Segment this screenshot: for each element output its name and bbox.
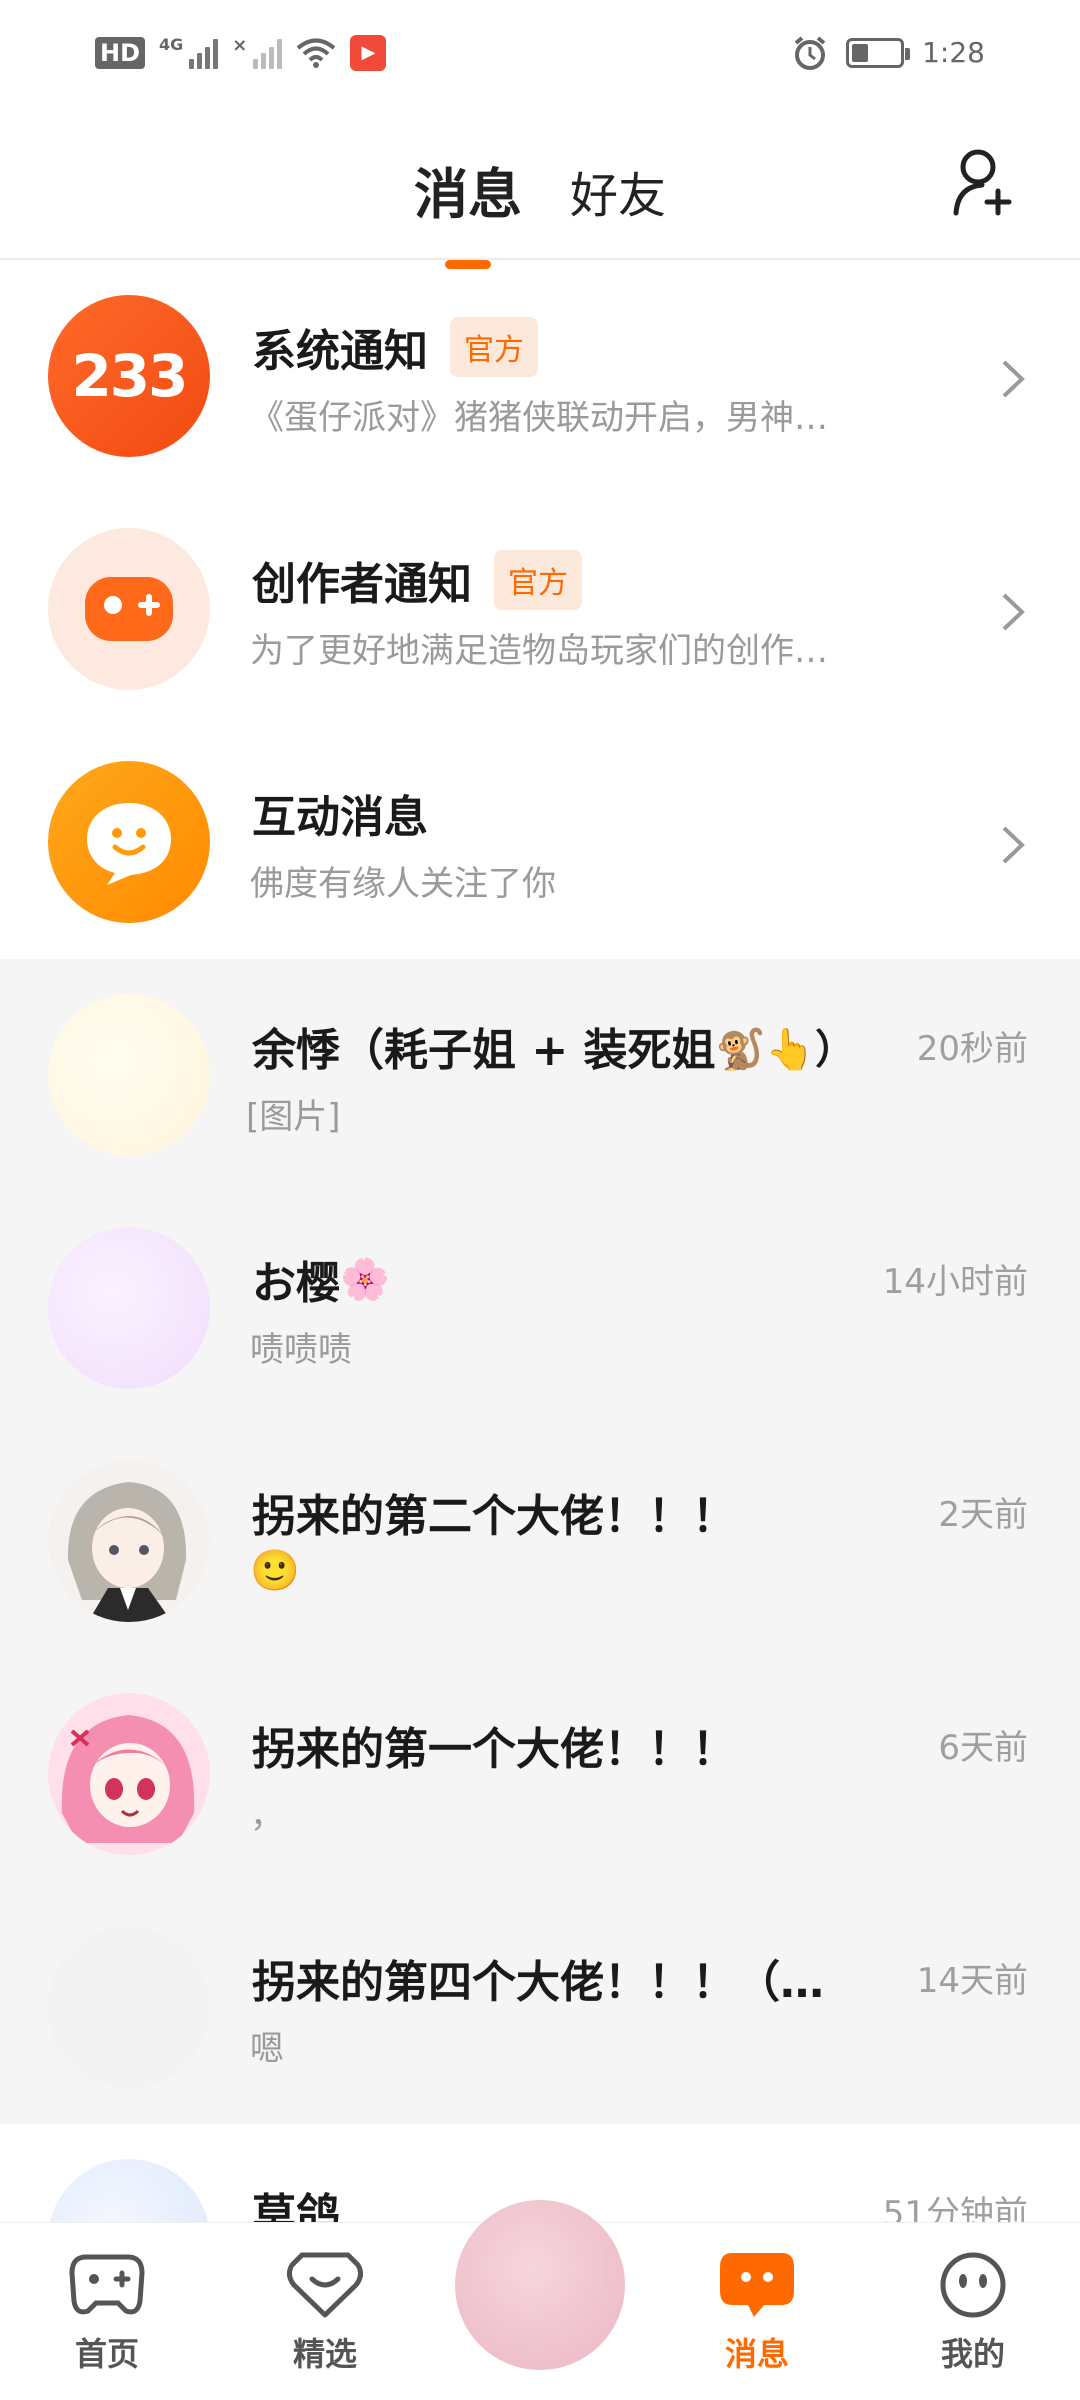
interactions-title: 互动消息: [252, 792, 428, 843]
nav-featured[interactable]: 精选: [245, 2223, 405, 2400]
official-badge: 官方: [450, 317, 538, 377]
chevron-right-icon: [1002, 593, 1025, 631]
avatar: [48, 1460, 210, 1622]
tab-messages[interactable]: 消息: [413, 150, 522, 269]
gamepad-plus-icon: [85, 577, 173, 641]
chat-time: 6天前: [938, 1728, 1028, 1768]
nav-messages[interactable]: 消息: [677, 2223, 837, 2400]
anime-avatar-icon: [48, 1460, 210, 1622]
row-title: 系统通知 官方: [252, 315, 538, 379]
avatar: [48, 1693, 210, 1855]
network-type: 4G: [159, 34, 184, 54]
chat-name-emoji: 🌸: [340, 1256, 390, 1303]
list-item-chat[interactable]: お樱 🌸 啧啧啧 14小时前: [0, 1192, 1080, 1425]
avatar-233-text: 233: [71, 342, 188, 410]
smile-chat-icon: [87, 803, 171, 885]
chat-name: 余悸（耗子姐 + 装死姐: [252, 1025, 716, 1076]
status-right: 1:28: [792, 35, 985, 71]
alarm-icon: [794, 35, 826, 70]
creator-notice-preview: 为了更好地满足造物岛玩家们的创作…: [250, 631, 828, 671]
message-list: 233 系统通知 官方 《蛋仔派对》猪猪侠联动开启，男神… 创作者通知 官方 为…: [0, 260, 1080, 2357]
list-item-creator-notice[interactable]: 创作者通知 官方 为了更好地满足造物岛玩家们的创作…: [0, 493, 1080, 726]
tab-friends[interactable]: 好友: [570, 156, 666, 229]
list-item-chat[interactable]: 余悸（耗子姐 + 装死姐 🐒👆） [图片] 20秒前: [0, 959, 1080, 1192]
chat-name: 拐来的第一个大佬！！！: [252, 1724, 736, 1775]
chat-name: 拐来的第四个大佬！！！（…: [252, 1957, 824, 2008]
nav-profile[interactable]: 我的: [893, 2223, 1053, 2400]
nav-home[interactable]: 首页: [27, 2223, 187, 2400]
chat-preview: ，: [250, 1796, 284, 1836]
row-title: 创作者通知 官方: [252, 548, 582, 612]
row-title: 互动消息: [252, 781, 428, 845]
nav-messages-label: 消息: [724, 2335, 789, 2373]
anime-avatar-icon: [48, 1693, 210, 1855]
avatar: [48, 1926, 210, 2088]
signal-icon: [189, 37, 219, 69]
list-item-chat[interactable]: 拐来的第二个大佬！！！ 🙂 2天前: [0, 1425, 1080, 1658]
chat-time: 2天前: [938, 1495, 1028, 1535]
system-notice-title: 系统通知: [252, 326, 428, 377]
no-signal-icon: ×: [232, 34, 248, 56]
center-action-button[interactable]: [455, 2200, 625, 2370]
chevron-right-icon: [1002, 360, 1025, 398]
chat-preview: [图片]: [246, 1097, 341, 1137]
wifi-icon: [297, 38, 336, 68]
avatar-interactions: [48, 761, 210, 923]
avatar-233: 233: [48, 295, 210, 457]
list-item-system-notice[interactable]: 233 系统通知 官方 《蛋仔派对》猪猪侠联动开启，男神…: [0, 260, 1080, 493]
avatar: [48, 994, 210, 1156]
tab-bar: 消息 好友: [0, 150, 1080, 269]
official-badge: 官方: [494, 550, 582, 610]
list-item-chat[interactable]: 拐来的第一个大佬！！！ ， 6天前: [0, 1658, 1080, 1891]
chat-name-wrap: お樱 🌸: [252, 1247, 390, 1311]
system-notice-preview: 《蛋仔派对》猪猪侠联动开启，男神…: [250, 398, 828, 438]
face-icon: [940, 2252, 1006, 2318]
chat-name: お樱: [252, 1258, 340, 1309]
list-item-interactions[interactable]: 互动消息 佛度有缘人关注了你: [0, 726, 1080, 959]
chevron-right-icon: [1002, 826, 1025, 864]
chat-name: 拐来的第二个大佬！！！: [252, 1491, 736, 1542]
chat-preview: 啧啧啧: [250, 1330, 352, 1370]
list-item-chat[interactable]: 拐来的第四个大佬！！！（… 嗯 14天前: [0, 1891, 1080, 2124]
hd-indicator: HD: [95, 36, 146, 69]
chat-name-wrap: 余悸（耗子姐 + 装死姐 🐒👆）: [252, 1014, 855, 1078]
nav-profile-label: 我的: [940, 2335, 1005, 2373]
clock: 1:28: [922, 36, 985, 69]
app-notification-icon: ▶: [350, 34, 387, 71]
chat-time: 20秒前: [916, 1029, 1028, 1069]
chat-preview: 嗯: [250, 2029, 284, 2069]
nav-featured-label: 精选: [292, 2335, 357, 2373]
chat-name-wrap: 拐来的第一个大佬！！！: [252, 1713, 736, 1777]
status-bar: HD 4G × ▶ 1:28: [0, 0, 1080, 105]
avatar-creator: [48, 528, 210, 690]
creator-notice-title: 创作者通知: [252, 559, 472, 610]
chat-preview: 🙂: [250, 1548, 300, 1594]
tab-friends-label: 好友: [569, 168, 666, 224]
signal-icon-2: [253, 37, 283, 69]
add-user-icon[interactable]: [952, 147, 1018, 217]
gamepad-icon: [69, 2254, 145, 2315]
heart-badge-icon: [286, 2252, 364, 2318]
chat-name-wrap: 拐来的第四个大佬！！！（…: [252, 1946, 824, 2010]
chat-name-emoji: 🐒👆）: [715, 1027, 856, 1073]
chat-bubble-icon: [720, 2253, 794, 2317]
tab-messages-label: 消息: [413, 163, 522, 226]
battery-icon: [846, 37, 911, 68]
avatar: [48, 1227, 210, 1389]
chat-time: 14天前: [916, 1961, 1028, 2001]
chat-name-wrap: 拐来的第二个大佬！！！: [252, 1480, 736, 1544]
chat-time: 14小时前: [882, 1262, 1028, 1302]
status-left: HD 4G × ▶: [95, 34, 387, 71]
nav-home-label: 首页: [74, 2335, 139, 2373]
header: 消息 好友: [0, 105, 1080, 269]
interactions-preview: 佛度有缘人关注了你: [250, 864, 556, 904]
